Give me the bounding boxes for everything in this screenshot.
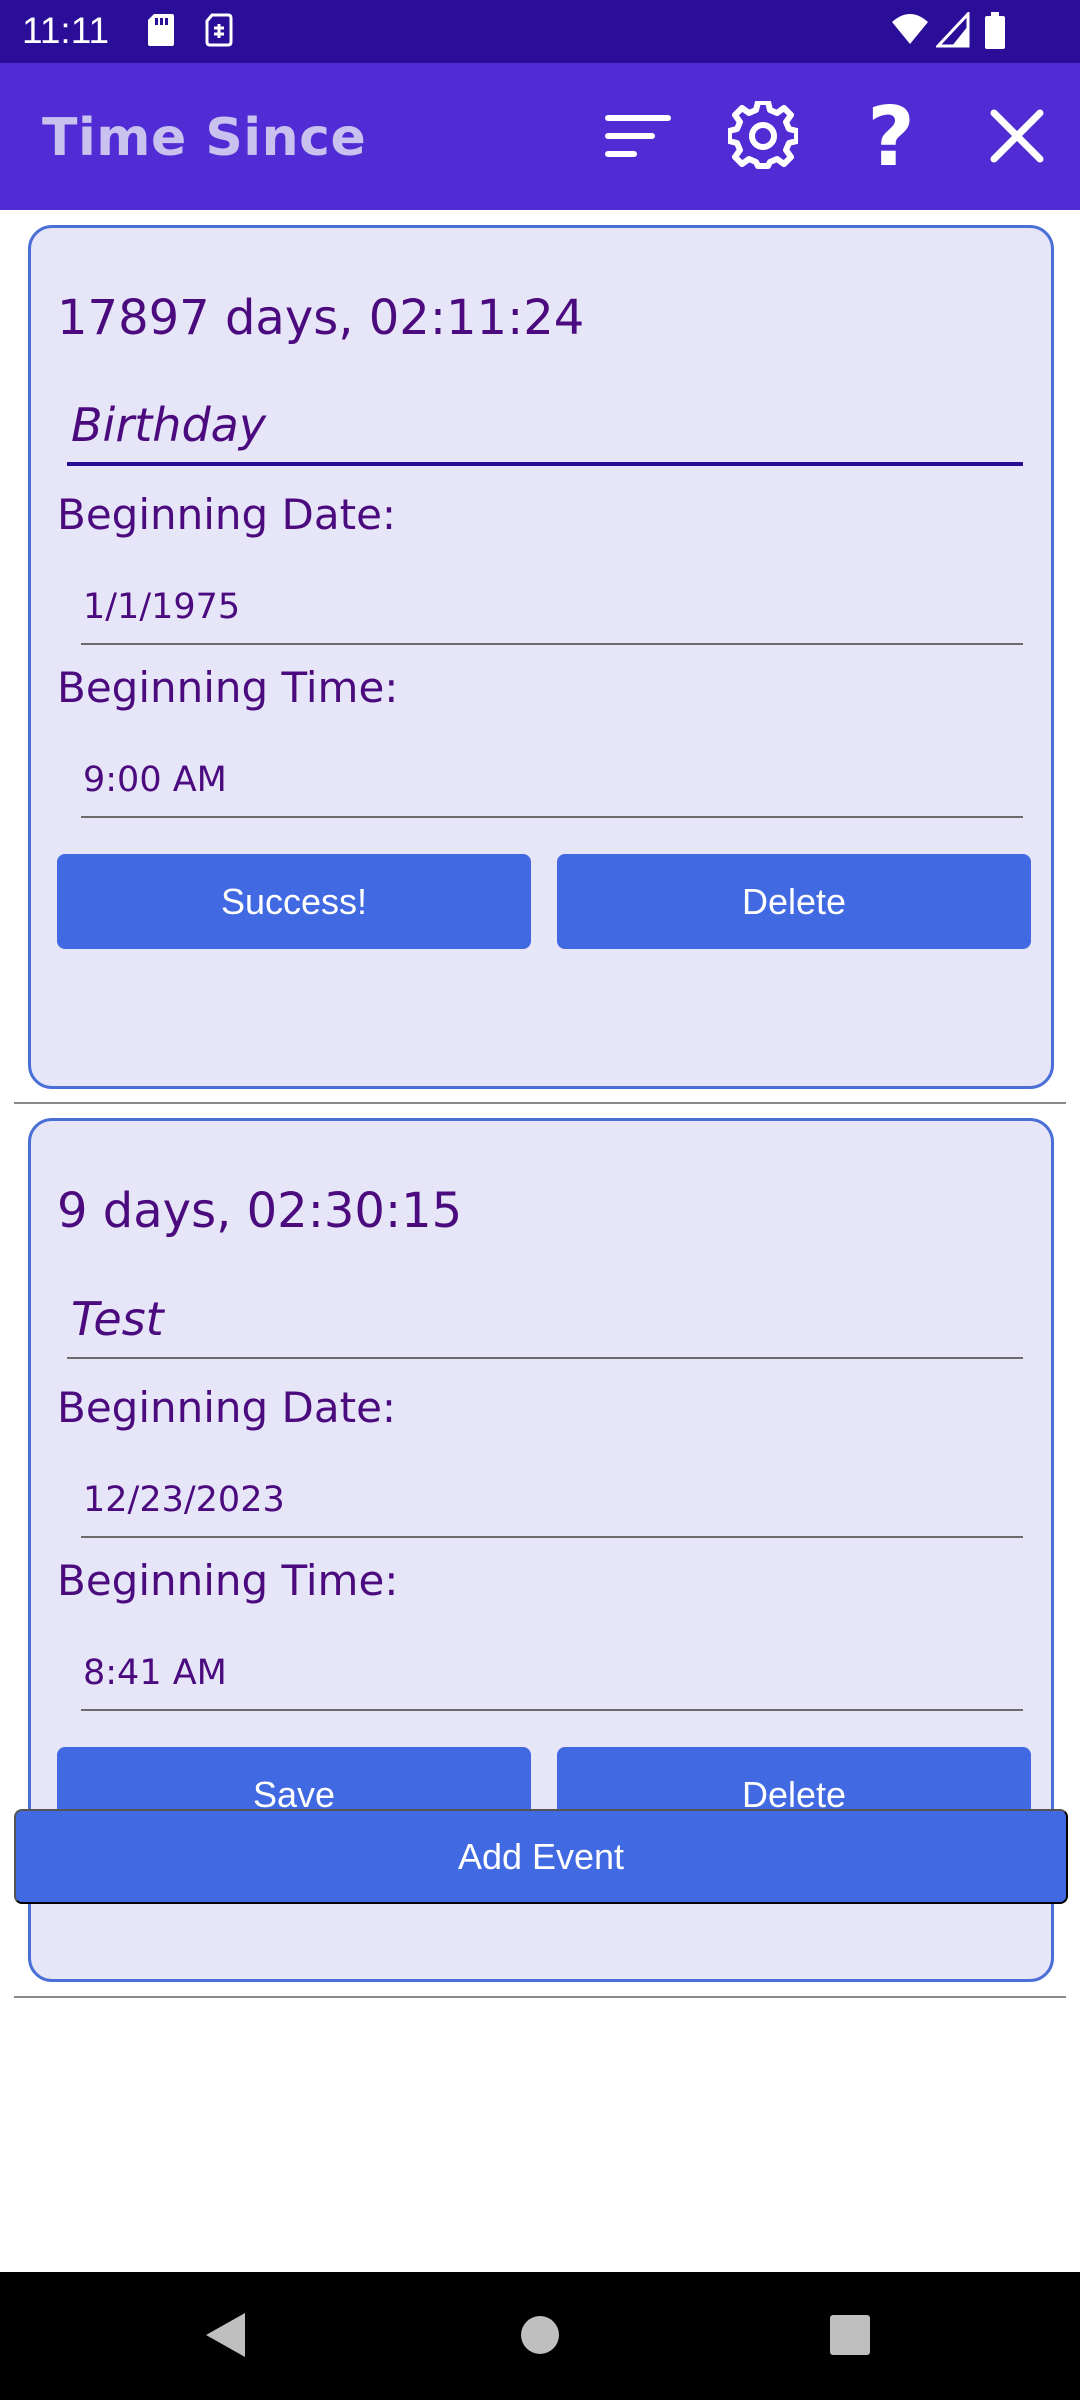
delete-button[interactable]: Delete <box>557 854 1031 949</box>
sim-icon <box>204 12 234 53</box>
add-event-button[interactable]: Add Event <box>14 1809 1068 1904</box>
sort-button[interactable] <box>603 103 673 173</box>
settings-button[interactable] <box>726 98 800 176</box>
elapsed-time: 17897 days, 02:11:24 <box>57 290 585 346</box>
home-icon <box>519 2314 561 2361</box>
beginning-date-label: Beginning Date: <box>57 1383 397 1432</box>
elapsed-time: 9 days, 02:30:15 <box>57 1183 463 1239</box>
question-icon: ? <box>867 90 915 185</box>
sort-icon <box>605 113 671 164</box>
signal-icon <box>934 10 970 53</box>
beginning-time-label: Beginning Time: <box>57 1556 399 1605</box>
recents-button[interactable] <box>815 2302 885 2372</box>
beginning-date-picker[interactable]: 12/23/2023 <box>81 1468 1023 1538</box>
divider <box>14 1996 1066 1998</box>
recents-icon <box>829 2314 871 2361</box>
home-button[interactable] <box>505 2302 575 2372</box>
divider <box>14 1102 1066 1104</box>
back-icon <box>203 2310 247 2365</box>
status-time: 11:11 <box>22 10 110 51</box>
app-title: Time Since <box>42 108 367 168</box>
wifi-icon <box>890 12 930 53</box>
event-name-input[interactable] <box>67 388 1023 466</box>
event-list: 17897 days, 02:11:24 Beginning Date: 1/1… <box>0 210 1080 2272</box>
battery-icon <box>984 12 1006 55</box>
sd-card-icon <box>146 12 176 53</box>
navigation-bar <box>0 2272 1080 2400</box>
gear-icon <box>726 98 800 176</box>
close-button[interactable] <box>982 103 1052 173</box>
beginning-time-picker[interactable]: 9:00 AM <box>81 748 1023 818</box>
event-card: 17897 days, 02:11:24 Beginning Date: 1/1… <box>28 225 1054 1089</box>
app-bar: Time Since ? <box>0 63 1080 210</box>
event-name-input[interactable] <box>67 1281 1023 1359</box>
close-icon <box>990 109 1044 168</box>
status-bar: 11:11 <box>0 0 1080 63</box>
beginning-date-picker[interactable]: 1/1/1975 <box>81 575 1023 645</box>
success-button[interactable]: Success! <box>57 854 531 949</box>
beginning-time-label: Beginning Time: <box>57 663 399 712</box>
beginning-time-picker[interactable]: 8:41 AM <box>81 1641 1023 1711</box>
help-button[interactable]: ? <box>856 90 926 185</box>
back-button[interactable] <box>190 2302 260 2372</box>
beginning-date-label: Beginning Date: <box>57 490 397 539</box>
